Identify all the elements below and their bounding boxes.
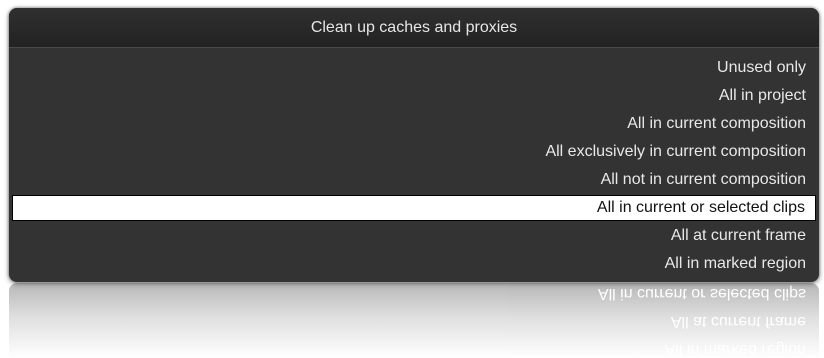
cleanup-popup-menu: Clean up caches and proxies Unused only … xyxy=(9,8,819,282)
reflection-item-marked-region: All in marked region xyxy=(664,341,806,358)
menu-list: Unused only All in project All in curren… xyxy=(9,48,819,278)
menu-item-all-in-current-composition[interactable]: All in current composition xyxy=(12,110,816,138)
menu-item-unused-only[interactable]: Unused only xyxy=(12,54,816,82)
menu-item-all-in-marked-region[interactable]: All in marked region xyxy=(12,250,816,278)
reflection-panel: All in marked region All at current fram… xyxy=(9,283,819,358)
reflection-item-selected-clips: All in current or selected clips xyxy=(597,285,806,302)
stage: Clean up caches and proxies Unused only … xyxy=(0,0,824,358)
reflection-fade xyxy=(9,283,819,358)
menu-title: Clean up caches and proxies xyxy=(9,8,819,48)
menu-item-all-in-current-or-selected-clips[interactable]: All in current or selected clips xyxy=(12,195,816,221)
menu-item-all-in-project[interactable]: All in project xyxy=(12,82,816,110)
menu-item-all-at-current-frame[interactable]: All at current frame xyxy=(12,222,816,250)
menu-item-all-exclusively-in-current-composition[interactable]: All exclusively in current composition xyxy=(12,138,816,166)
menu-item-all-not-in-current-composition[interactable]: All not in current composition xyxy=(12,166,816,194)
menu-reflection: All in marked region All at current fram… xyxy=(9,283,819,358)
reflection-item-current-frame: All at current frame xyxy=(670,313,806,330)
